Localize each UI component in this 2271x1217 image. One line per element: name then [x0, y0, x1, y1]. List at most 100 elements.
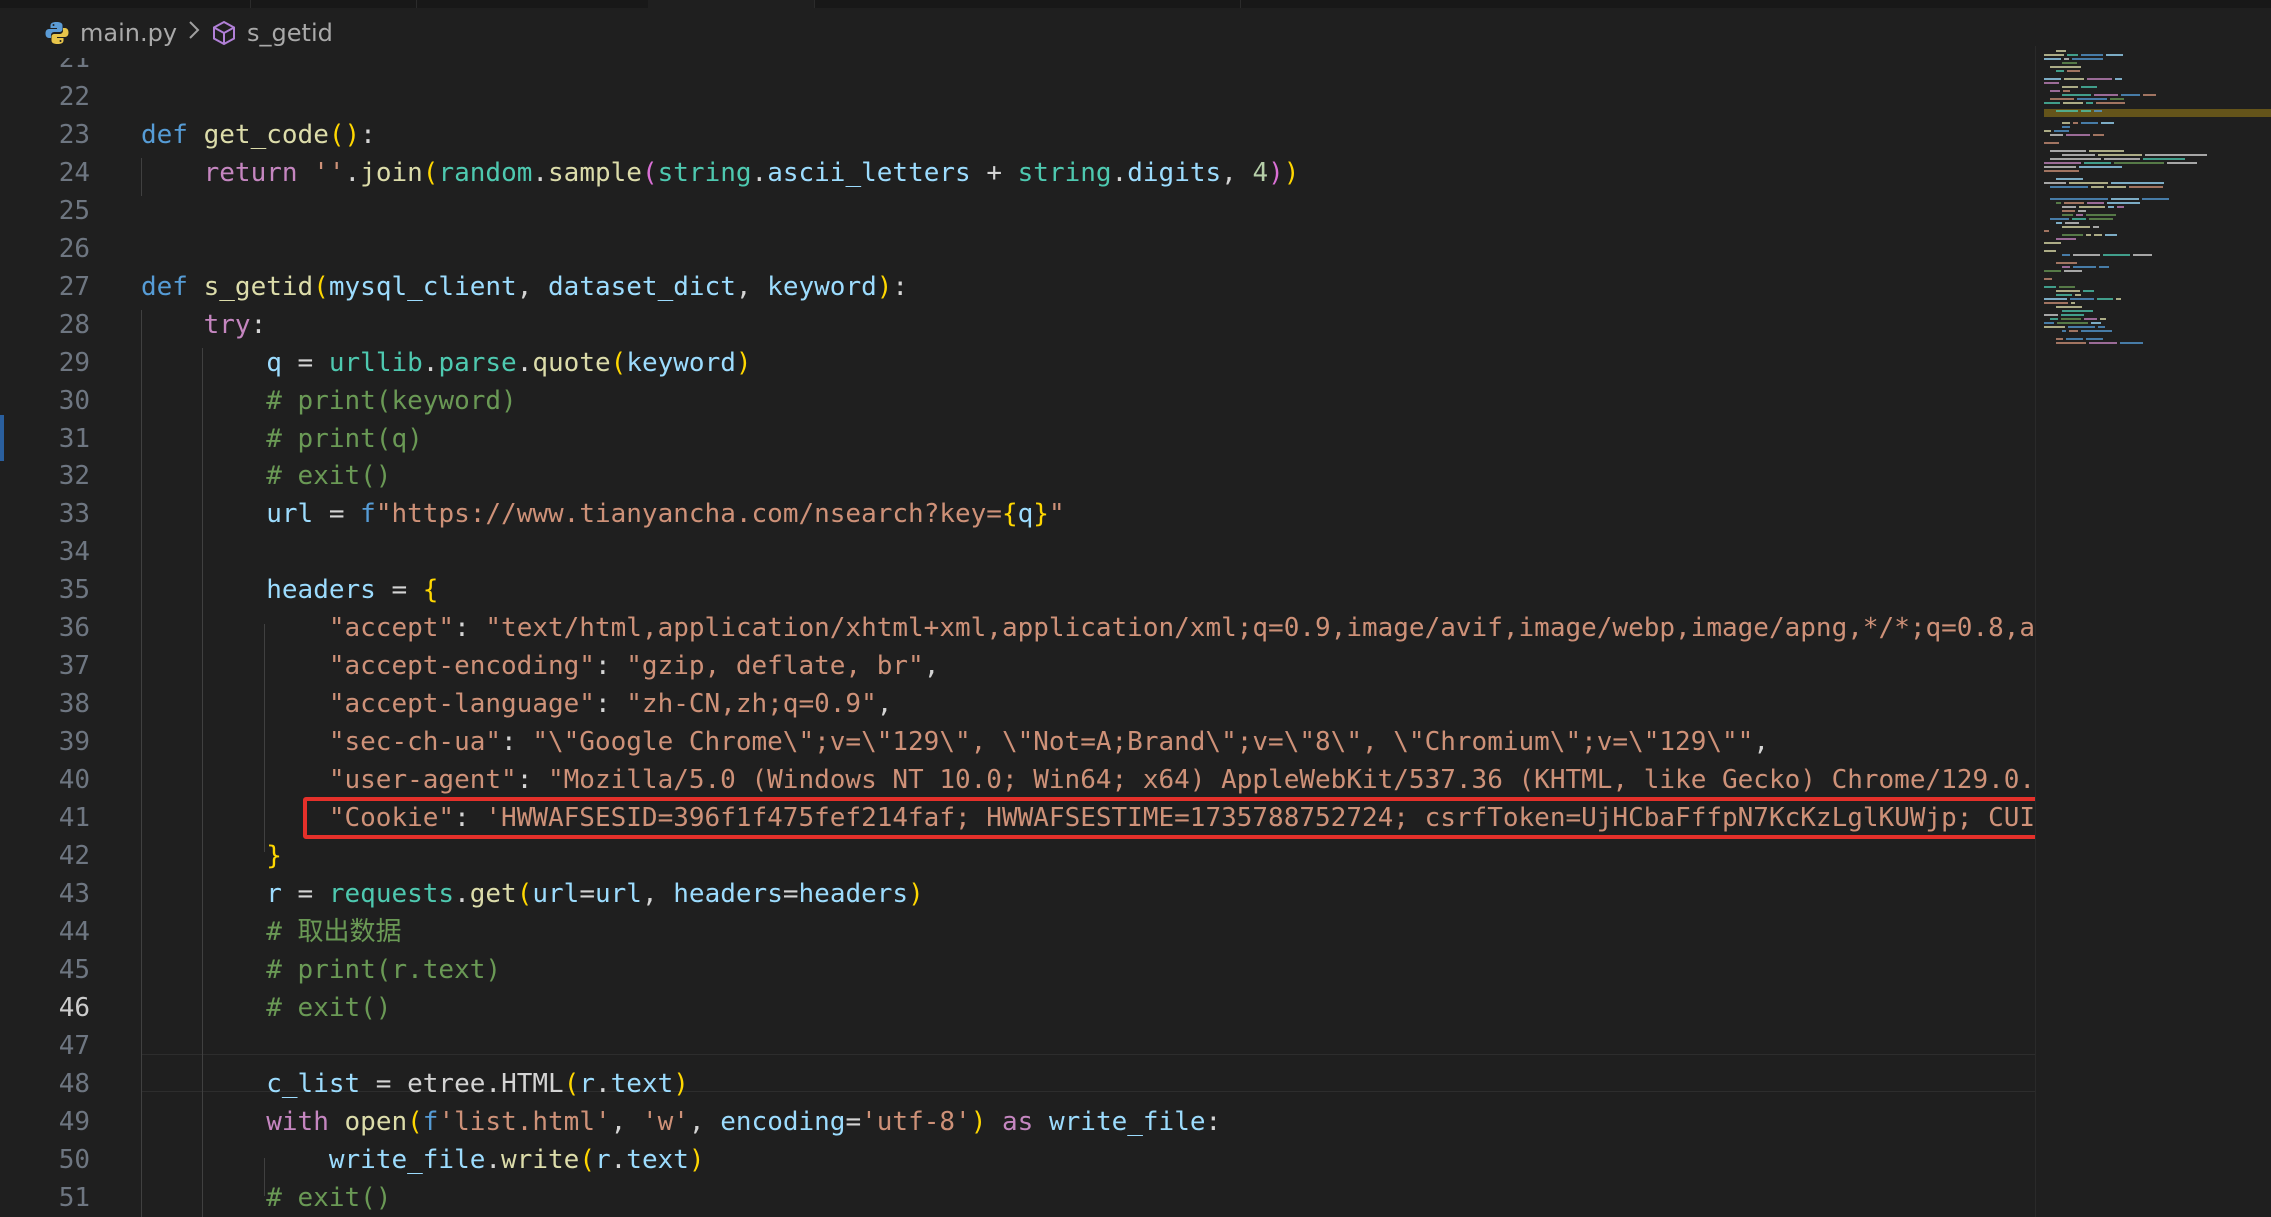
code-token: r: [594, 1144, 611, 1175]
code-line[interactable]: 28 try:: [0, 306, 2035, 344]
code-line[interactable]: 32 # exit(): [0, 457, 2035, 495]
code-line[interactable]: 48 c_list = etree.HTML(r.text): [0, 1065, 2035, 1103]
code-token: def: [141, 271, 204, 302]
code-token: .: [422, 347, 439, 378]
tab-segment-active[interactable]: [648, 0, 815, 8]
code-text: try:: [141, 306, 267, 344]
tab-segment[interactable]: [416, 0, 649, 8]
line-number: 51: [58, 1182, 90, 1213]
minimap-stroke: [2143, 94, 2156, 96]
minimap-stroke: [2142, 198, 2169, 200]
code-token: .: [485, 1068, 502, 1099]
minimap-stroke: [2044, 82, 2059, 84]
minimap-stroke: [2044, 322, 2054, 324]
code-line[interactable]: 33 url = f"https://www.tianyancha.com/ns…: [0, 495, 2035, 533]
code-token: ): [908, 878, 924, 909]
code-token: # print(r.text): [266, 954, 502, 985]
minimap-stroke: [2044, 102, 2060, 104]
code-line[interactable]: 50 write_file.write(r.text): [0, 1141, 2035, 1179]
code-text: with open(f'list.html', 'w', encoding='u…: [141, 1103, 1221, 1141]
breadcrumb-symbol[interactable]: s_getid: [247, 19, 333, 47]
code-line[interactable]: 24 return ''.join(random.sample(string.a…: [0, 154, 2035, 192]
minimap-stroke: [2072, 218, 2086, 220]
line-number: 22: [58, 81, 90, 112]
minimap-stroke: [2044, 286, 2056, 288]
code-line[interactable]: 29 q = urllib.parse.quote(keyword): [0, 344, 2035, 382]
code-line[interactable]: 37 "accept-encoding": "gzip, deflate, br…: [0, 647, 2035, 685]
code-token: ): [673, 1068, 689, 1099]
code-editor[interactable]: 21 22 23 def get_code(): 24 return ''.join(r…: [0, 58, 2035, 1217]
code-line[interactable]: 40 "user-agent": "Mozilla/5.0 (Windows N…: [0, 761, 2035, 799]
code-token: =: [579, 878, 595, 909]
code-token: =: [782, 878, 799, 909]
code-line[interactable]: 21: [0, 58, 2035, 78]
minimap-stroke: [2091, 186, 2104, 188]
code-line[interactable]: 34: [0, 533, 2035, 571]
code-token: ": [1048, 499, 1065, 530]
tab-segment[interactable]: [0, 0, 251, 8]
code-line[interactable]: 39 "sec-ch-ua": "\"Google Chrome\";v=\"1…: [0, 723, 2035, 761]
code-token: try: [203, 309, 251, 340]
minimap-stroke: [2076, 214, 2083, 216]
minimap-stroke: [2062, 86, 2078, 88]
code-line[interactable]: 31 # print(q): [0, 420, 2035, 458]
minimap-stroke: [2079, 166, 2122, 168]
code-token: "accept": [328, 613, 455, 644]
code-line[interactable]: 44 # 取出数据: [0, 913, 2035, 951]
code-line[interactable]: 43 r = requests.get(url=url, headers=hea…: [0, 875, 2035, 913]
breadcrumb-file[interactable]: main.py: [80, 19, 177, 47]
line-number: 36: [58, 613, 90, 644]
code-line[interactable]: 42 }: [0, 837, 2035, 875]
minimap-stroke: [2081, 54, 2103, 56]
code-line[interactable]: 23 def get_code():: [0, 116, 2035, 154]
code-text: return ''.join(random.sample(string.asci…: [141, 154, 1300, 192]
code-line[interactable]: 26: [0, 230, 2035, 268]
code-line[interactable]: 22: [0, 78, 2035, 116]
code-token: {: [422, 575, 439, 606]
code-token: '': [313, 157, 345, 188]
code-token: {: [1001, 499, 1018, 530]
code-line[interactable]: 45 # print(r.text): [0, 951, 2035, 989]
chevron-right-icon: [187, 19, 201, 47]
minimap-stroke: [2063, 90, 2070, 92]
code-token: =: [281, 878, 329, 909]
code-line[interactable]: 49 with open(f'list.html', 'w', encoding…: [0, 1103, 2035, 1141]
minimap-stroke: [2050, 318, 2058, 320]
code-line[interactable]: 38 "accept-language": "zh-CN,zh;q=0.9",: [0, 685, 2035, 723]
code-token: write_file: [1048, 1106, 1206, 1137]
code-line[interactable]: 35 headers = {: [0, 571, 2035, 609]
minimap[interactable]: [2035, 46, 2271, 1217]
code-line[interactable]: 30 # print(keyword): [0, 382, 2035, 420]
code-token: .: [595, 1068, 611, 1099]
code-text: def s_getid(mysql_client, dataset_dict, …: [141, 268, 908, 306]
tab-segment[interactable]: [814, 0, 1241, 8]
code-line[interactable]: 36 "accept": "text/html,application/xhtm…: [0, 609, 2035, 647]
code-token: quote: [532, 347, 611, 378]
code-text: # exit(): [141, 457, 391, 495]
tab-segment[interactable]: [250, 0, 417, 8]
code-token: (: [563, 1068, 580, 1099]
tab-strip[interactable]: [0, 0, 2271, 8]
minimap-stroke: [2104, 158, 2140, 160]
code-token: headers: [798, 878, 909, 909]
minimap-stroke: [2056, 290, 2080, 292]
code-token: }: [266, 840, 282, 871]
code-token: +: [970, 157, 1018, 188]
code-line[interactable]: 47: [0, 1027, 2035, 1065]
minimap-stroke: [2120, 342, 2143, 344]
code-token: (: [422, 157, 439, 188]
code-line[interactable]: 51 # exit(): [0, 1179, 2035, 1217]
minimap-stroke: [2044, 242, 2061, 244]
code-token: :: [594, 651, 627, 682]
code-line[interactable]: 25: [0, 192, 2035, 230]
code-line[interactable]: 27 def s_getid(mysql_client, dataset_dict…: [0, 268, 2035, 306]
line-number: 50: [58, 1144, 90, 1175]
code-line[interactable]: 46 # exit(): [0, 989, 2035, 1027]
minimap-stroke: [2050, 98, 2074, 100]
code-text: "sec-ch-ua": "\"Google Chrome\";v=\"129\…: [141, 723, 1769, 761]
